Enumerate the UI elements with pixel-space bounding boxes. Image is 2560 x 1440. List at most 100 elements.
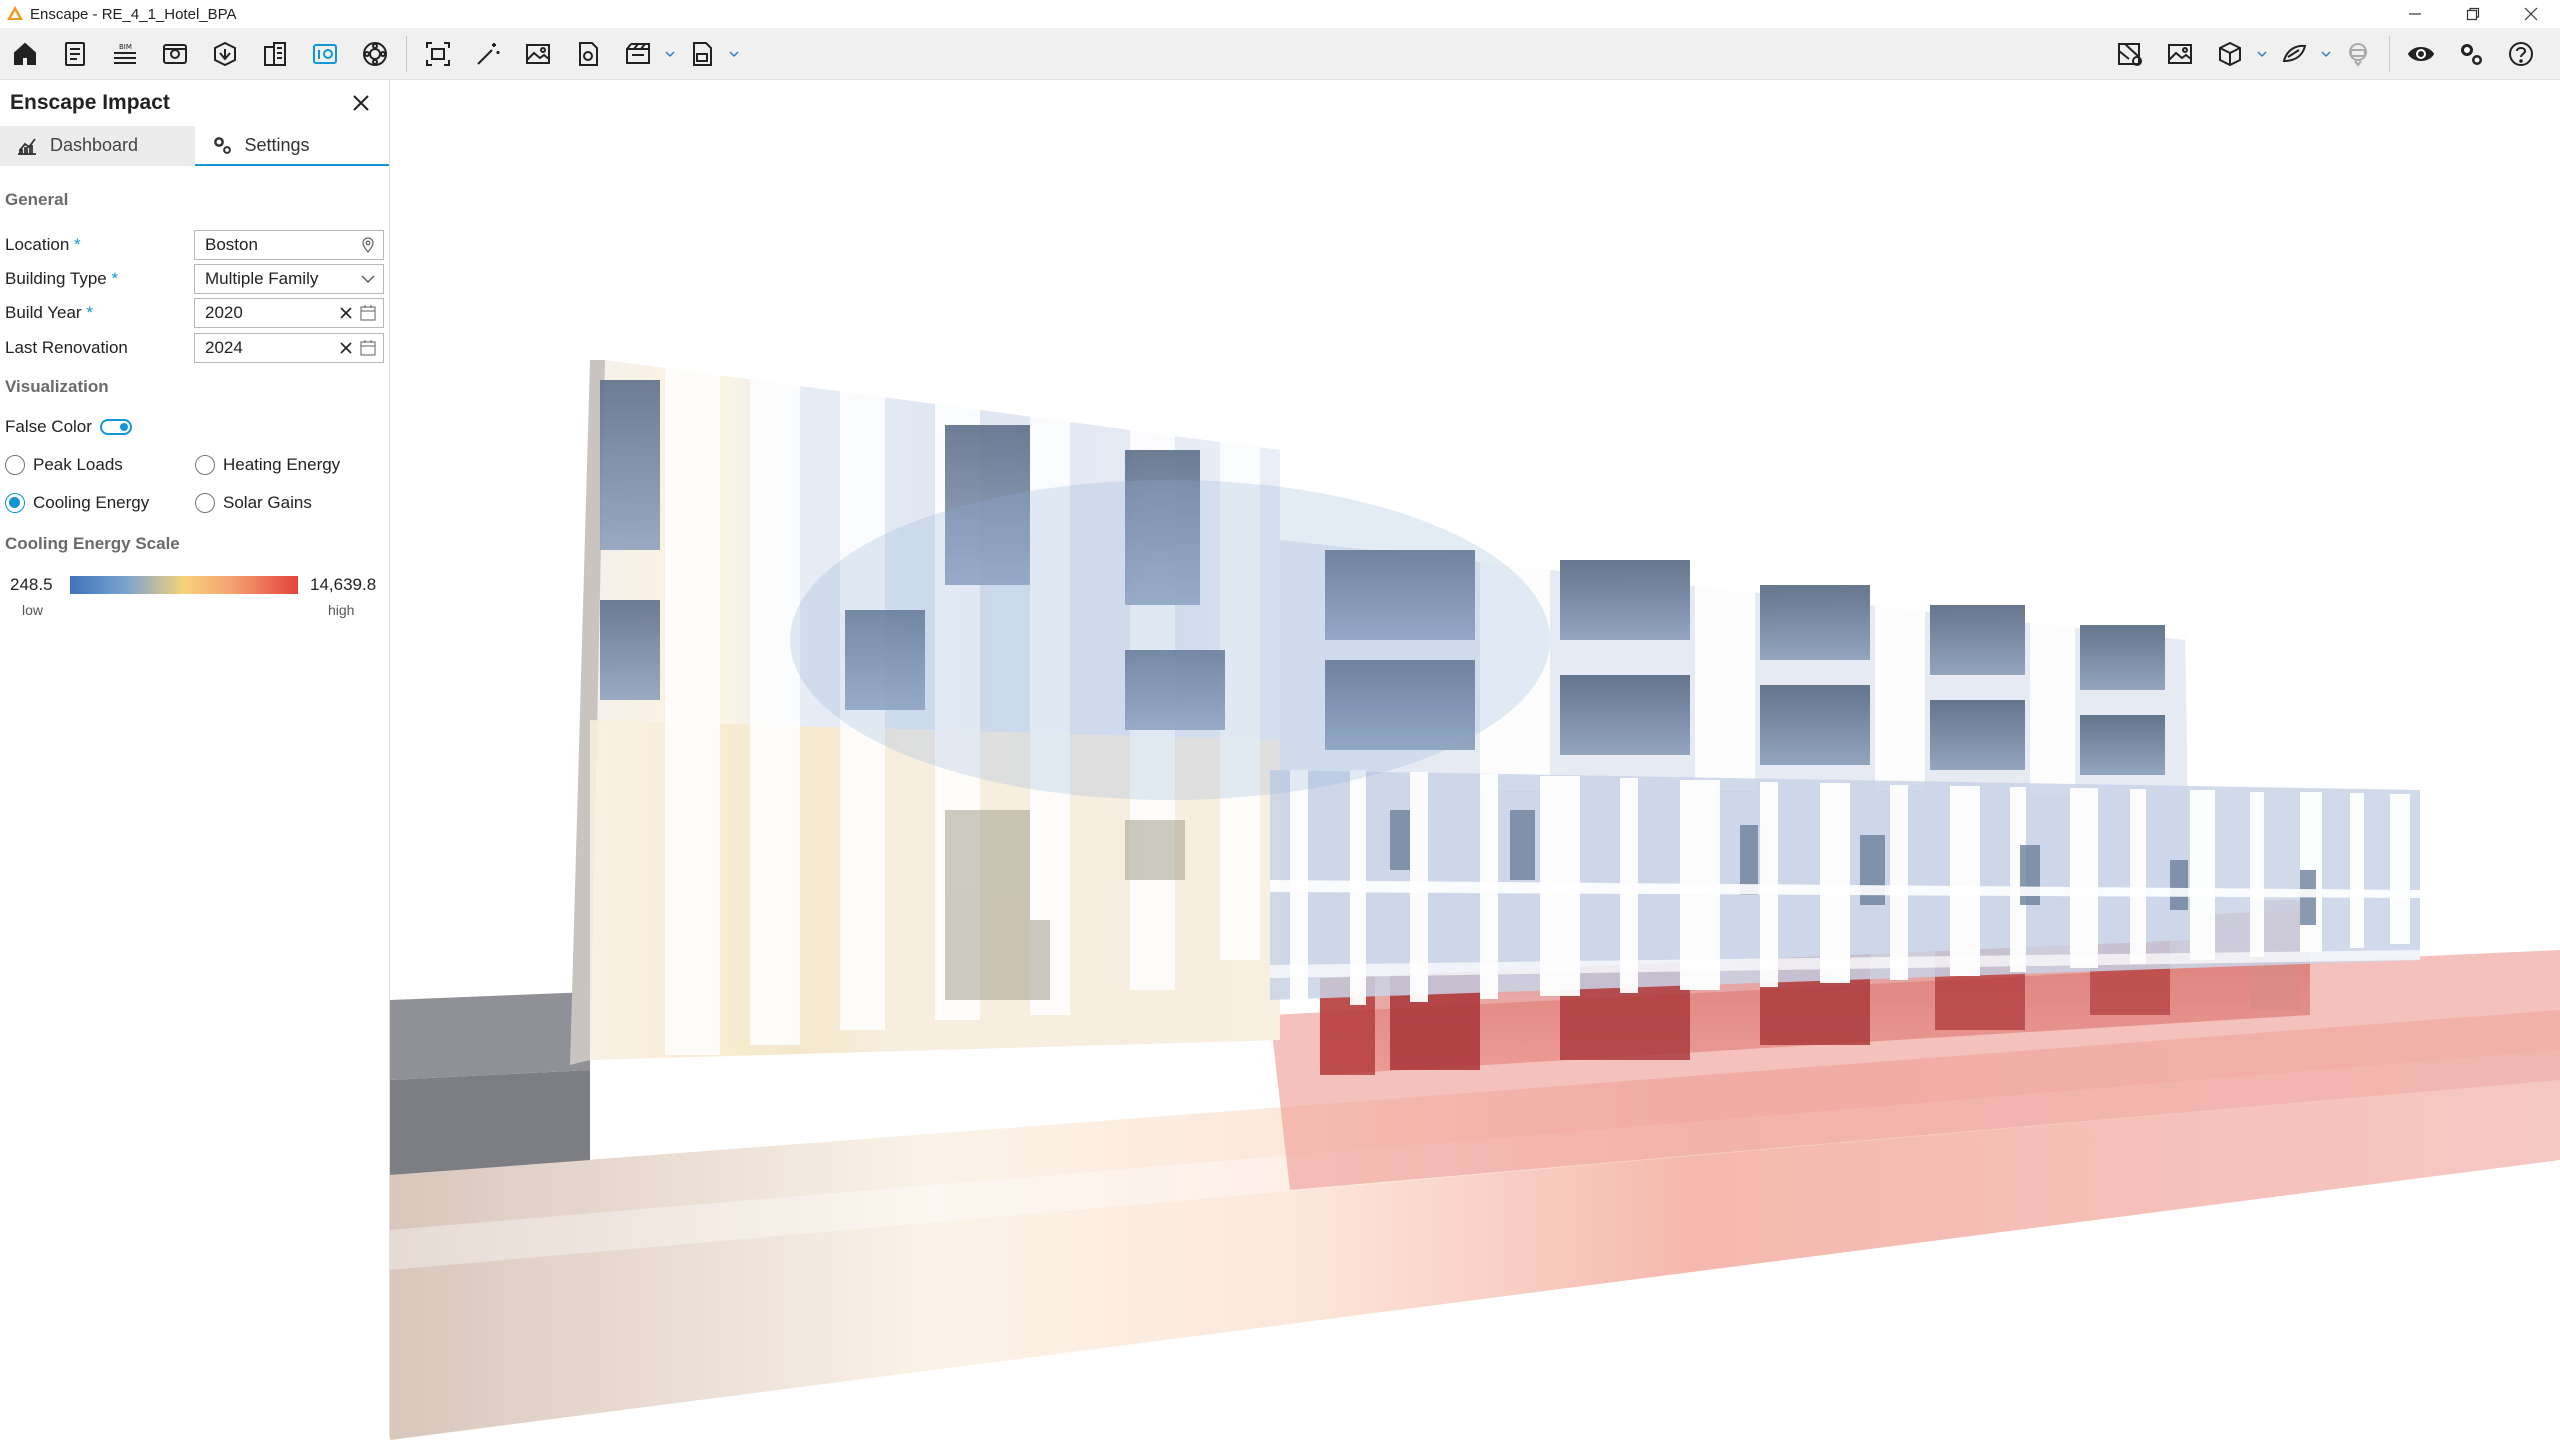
scale-section-title: Cooling Energy Scale — [5, 534, 180, 553]
impact-icon — [313, 44, 337, 64]
scale-high-label: high — [328, 602, 355, 618]
minimize-icon — [2409, 13, 2421, 15]
false-color-row: False Color — [0, 412, 390, 442]
restore-button[interactable] — [2444, 0, 2502, 28]
3d-viewport[interactable] — [390, 80, 2560, 1440]
settings-button[interactable] — [2446, 28, 2496, 80]
chevron-down-icon — [665, 51, 675, 58]
scale-max-value: 14,639.8 — [310, 575, 377, 594]
visualization-section-title: Visualization — [5, 377, 109, 396]
document-list-icon — [65, 42, 85, 66]
radio-heating-energy[interactable]: Heating Energy — [195, 455, 340, 475]
settings-icon — [213, 137, 231, 154]
video-icon — [579, 42, 598, 66]
enscape-logo-icon — [7, 6, 23, 20]
building-icon — [264, 42, 286, 66]
building-type-label: Building Type * — [5, 269, 119, 288]
radio-button — [5, 493, 25, 513]
cube-button[interactable] — [2205, 28, 2255, 80]
bim-button[interactable]: BIM — [100, 28, 150, 80]
image-icon — [526, 44, 550, 64]
window-controls — [2386, 0, 2560, 28]
video-button[interactable] — [563, 28, 613, 80]
close-window-button[interactable] — [2502, 0, 2560, 28]
impact-button[interactable] — [300, 28, 350, 80]
chevron-down-icon — [729, 51, 739, 58]
false-color-toggle[interactable] — [100, 419, 132, 435]
title-bar: Enscape - RE_4_1_Hotel_BPA — [0, 0, 2560, 28]
radio-solar-gains[interactable]: Solar Gains — [195, 493, 312, 513]
home-button[interactable] — [0, 28, 50, 80]
scale-low-label: low — [22, 602, 44, 618]
sky-button[interactable] — [2269, 28, 2319, 80]
export-dropdown[interactable] — [727, 28, 741, 80]
batch-render-button[interactable] — [613, 28, 663, 80]
radio-label: Heating Energy — [223, 455, 341, 474]
radio-label: Solar Gains — [223, 493, 312, 512]
batch-render-icon — [626, 43, 650, 64]
gallery-icon — [2168, 44, 2192, 64]
asset-library-button[interactable] — [200, 28, 250, 80]
scale-min-value: 248.5 — [10, 575, 53, 594]
toolbar-left-group: BIM — [0, 28, 741, 80]
gallery-button[interactable] — [2155, 28, 2205, 80]
home-icon — [14, 42, 36, 65]
building-type-value: Multiple Family — [205, 269, 319, 288]
building-button[interactable] — [250, 28, 300, 80]
radio-button — [195, 455, 215, 475]
window-title: Enscape - RE_4_1_Hotel_BPA — [30, 5, 237, 23]
screenshot-icon — [426, 42, 450, 66]
view-icon — [163, 44, 187, 64]
materials-button[interactable] — [350, 28, 400, 80]
close-icon — [353, 95, 369, 111]
document-list-button[interactable] — [50, 28, 100, 80]
screenshot-button[interactable] — [413, 28, 463, 80]
eye-button[interactable] — [2396, 28, 2446, 80]
tab-settings[interactable]: Settings — [194, 126, 389, 166]
location-pin-icon[interactable] — [359, 236, 377, 254]
radio-peak-loads[interactable]: Peak Loads — [5, 455, 123, 475]
vr-headset-button[interactable] — [2333, 28, 2383, 80]
radio-button — [195, 493, 215, 513]
clear-icon[interactable] — [339, 306, 353, 320]
build-year-label: Build Year * — [5, 303, 93, 322]
impact-panel: Enscape Impact Dashboard Settings Genera… — [0, 80, 390, 1437]
minimize-button[interactable] — [2386, 0, 2444, 28]
tab-dashboard[interactable]: Dashboard — [0, 126, 195, 166]
batch-render-dropdown[interactable] — [663, 28, 677, 80]
calendar-icon[interactable] — [359, 304, 377, 322]
toolbar-separator — [406, 36, 407, 72]
toolbar-separator — [2389, 36, 2390, 72]
false-color-label: False Color — [5, 417, 92, 436]
last-renovation-row: Last Renovation 2024 — [0, 333, 390, 363]
build-year-value: 2020 — [205, 303, 243, 322]
map-icon — [2118, 43, 2142, 66]
close-panel-button[interactable] — [347, 89, 375, 117]
building-type-select[interactable]: Multiple Family — [194, 264, 384, 294]
panel-header: Enscape Impact — [0, 80, 389, 126]
chevron-down-icon — [2321, 51, 2331, 58]
building-type-row: Building Type * Multiple Family — [0, 264, 390, 294]
help-button[interactable] — [2496, 28, 2546, 80]
vr-headset-icon — [2349, 43, 2367, 67]
map-button[interactable] — [2105, 28, 2155, 80]
cube-dropdown[interactable] — [2255, 28, 2269, 80]
last-renovation-input[interactable]: 2024 — [194, 333, 384, 363]
image-button[interactable] — [513, 28, 563, 80]
location-row: Location * Boston — [0, 230, 390, 260]
clear-icon[interactable] — [339, 341, 353, 355]
tab-label: Dashboard — [50, 134, 139, 155]
radio-cooling-energy[interactable]: Cooling Energy — [5, 493, 149, 513]
location-input[interactable]: Boston — [194, 230, 384, 260]
build-year-row: Build Year * 2020 — [0, 298, 390, 328]
cube-icon — [2219, 41, 2241, 67]
view-button[interactable] — [150, 28, 200, 80]
calendar-icon[interactable] — [359, 339, 377, 357]
magic-wand-button[interactable] — [463, 28, 513, 80]
help-icon — [2509, 42, 2533, 66]
last-renovation-label: Last Renovation — [5, 338, 128, 357]
export-button[interactable] — [677, 28, 727, 80]
sky-dropdown[interactable] — [2319, 28, 2333, 80]
build-year-input[interactable]: 2020 — [194, 298, 384, 328]
panel-title: Enscape Impact — [10, 91, 170, 114]
